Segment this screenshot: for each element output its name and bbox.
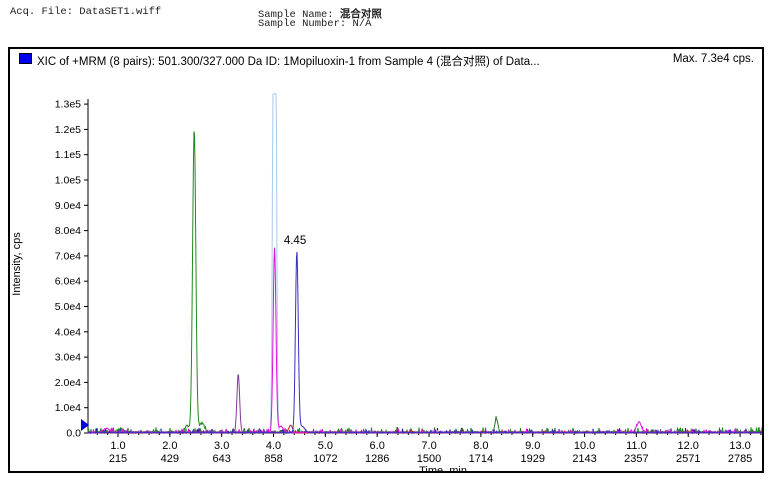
x-tick-label-minutes: 12.0 [678,440,699,452]
blue-violet-trace[interactable] [88,252,762,433]
x-tick-label-minutes: 7.0 [421,440,436,452]
y-tick-label: 1.0e5 [55,175,81,187]
x-tick-label-minutes: 1.0 [110,440,125,452]
x-tick-label-scans: 1714 [469,453,493,465]
x-tick-label-scans: 429 [161,453,179,465]
x-tick-label-scans: 2785 [728,453,752,465]
x-tick-label-scans: 2143 [572,453,596,465]
x-tick-label-minutes: 9.0 [525,440,540,452]
x-tick-label-minutes: 4.0 [266,440,281,452]
y-tick-label: 4.0e4 [55,326,81,338]
x-tick-label-minutes: 10.0 [574,440,595,452]
y-tick-label: 1.2e5 [55,124,81,136]
active-trace-swatch-icon[interactable] [19,53,32,64]
light-blue-trace[interactable] [88,94,762,433]
y-tick-label: 1.1e5 [55,149,81,161]
x-tick-label-scans: 643 [213,453,231,465]
peak-label-4-45: 4.45 [284,235,306,247]
sample-number-label: Sample Number: N/A [258,18,371,30]
y-tick-label: 5.0e4 [55,301,81,313]
x-tick-label-scans: 1286 [365,453,389,465]
y-tick-label: 0.0 [66,428,81,440]
y-tick-label: 1.3e5 [55,99,81,111]
chromatogram-canvas[interactable]: 0.0 1.0e4 2.0e4 3.0e4 4.0e4 5.0e4 6.0e4 7.0e4 8.… [10,49,762,471]
x-tick-label-scans: 2571 [676,453,700,465]
x-tick-label-minutes: 3.0 [214,440,229,452]
y-tick-label: 9.0e4 [55,200,81,212]
x-tick-label-scans: 215 [109,453,127,465]
max-intensity-label: Max. 7.3e4 cps. [673,53,754,65]
x-tick-label-scans: 858 [264,453,282,465]
x-tick-label-minutes: 8.0 [473,440,488,452]
y-tick-label: 6.0e4 [55,276,81,288]
y-tick-label: 7.0e4 [55,250,81,262]
y-tick-label: 2.0e4 [55,377,81,389]
x-tick-label-minutes: 2.0 [162,440,177,452]
green-trace[interactable] [88,131,762,433]
y-axis-title: Intensity, cps [11,232,23,296]
x-tick-label-minutes: 6.0 [370,440,385,452]
x-axis-title: Time, min [419,465,467,471]
panel-title: XIC of +MRM (8 pairs): 501.300/327.000 D… [37,53,540,69]
sample-number-key: Sample Number: [258,18,353,30]
panel-header: XIC of +MRM (8 pairs): 501.300/327.000 D… [10,49,762,73]
magenta-trace[interactable] [88,248,762,433]
x-tick-label-minutes: 11.0 [626,440,647,452]
y-tick-label: 3.0e4 [55,352,81,364]
x-tick-label-scans: 1072 [313,453,337,465]
y-tick-label: 1.0e4 [55,402,81,414]
x-tick-label-minutes: 13.0 [729,440,750,452]
sample-number-value: N/A [353,18,372,30]
purple-trace[interactable] [88,375,762,433]
x-tick-label-scans: 1929 [520,453,544,465]
x-tick-label-scans: 2357 [624,453,648,465]
x-tick-label-minutes: 5.0 [318,440,333,452]
acq-file-label: Acq. File: DataSET1.wiff [10,6,161,18]
y-tick-label: 8.0e4 [55,225,81,237]
chromatogram-panel[interactable]: 0.0 1.0e4 2.0e4 3.0e4 4.0e4 5.0e4 6.0e4 7.0e4 8.… [8,47,764,473]
x-tick-label-scans: 1500 [417,453,441,465]
